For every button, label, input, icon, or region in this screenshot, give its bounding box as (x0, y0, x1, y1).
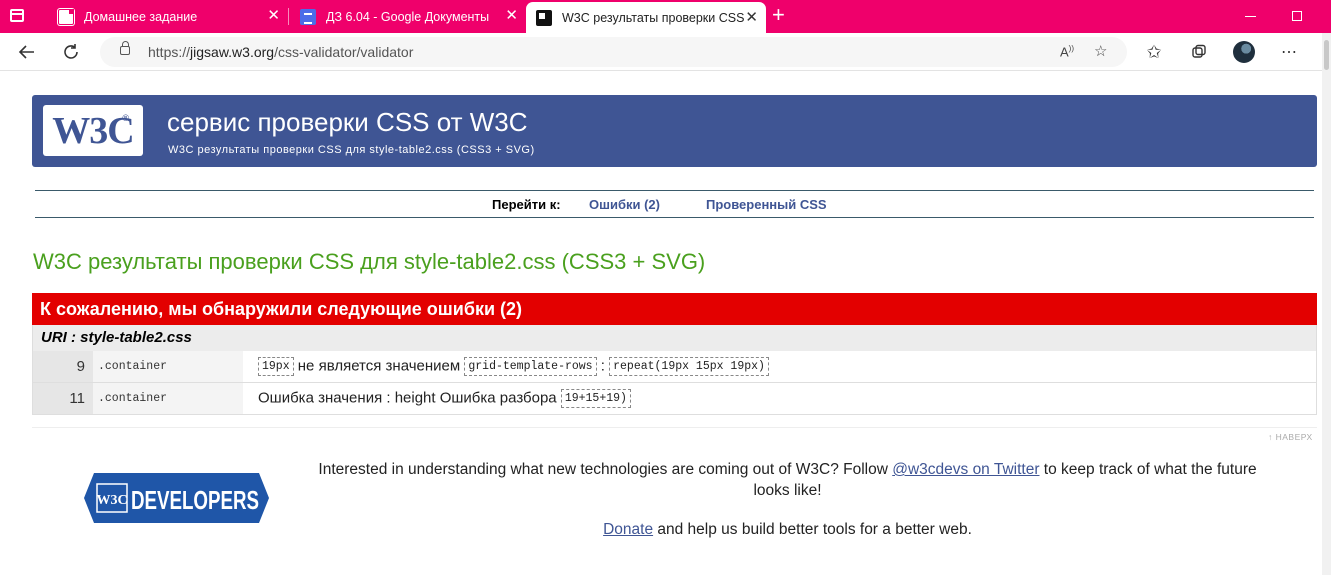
tab-title: W3C результаты проверки CSS (562, 11, 745, 25)
page-title: сервис проверки CSS от W3C (167, 107, 528, 137)
svg-text:DEVELOPERS: DEVELOPERS (131, 485, 259, 515)
tab-separator (288, 8, 289, 25)
link-valid-css[interactable]: Проверенный CSS (706, 197, 827, 212)
close-icon[interactable]: ✕ (505, 8, 518, 23)
close-icon[interactable]: ✕ (745, 10, 758, 25)
divider (32, 427, 1317, 428)
divider (35, 190, 1314, 191)
error-context: .container (93, 383, 243, 414)
errors-header: К сожалению, мы обнаружили следующие оши… (32, 293, 1317, 325)
line-number: 11 (33, 383, 93, 414)
add-favorite-icon[interactable]: ☆ (1094, 42, 1107, 60)
page-subtitle: W3C результаты проверки CSS для style-ta… (168, 144, 535, 156)
collections-icon[interactable] (1186, 39, 1212, 65)
code-value: 19+15+19) (560, 389, 631, 408)
lock-icon[interactable] (120, 41, 130, 55)
code-property: grid-template-rows (464, 357, 597, 376)
scrollbar[interactable] (1322, 33, 1331, 575)
jump-label: Перейти к: (492, 197, 561, 212)
close-icon[interactable]: ✕ (267, 8, 280, 23)
google-docs-icon (300, 8, 316, 25)
restore-icon[interactable] (1292, 11, 1302, 21)
favorites-icon[interactable]: ✩ (1141, 39, 1167, 65)
error-message: 19px не является значением grid-template… (258, 357, 769, 376)
scrollbar-thumb[interactable] (1324, 40, 1329, 70)
tab-title: Домашнее задание (84, 9, 198, 24)
uri-row: URI : style-table2.css (32, 325, 1317, 351)
error-row: 9 .container 19px не является значением … (32, 351, 1317, 383)
header-banner: W3C ® сервис проверки CSS от W3C W3C резу… (32, 95, 1317, 167)
donate-link[interactable]: Donate (603, 521, 653, 538)
back-to-top-link[interactable]: ↑ НАВЕРХ (1268, 432, 1313, 442)
error-row: 11 .container Ошибка значения : height О… (32, 383, 1317, 415)
error-context: .container (93, 351, 243, 382)
reload-icon[interactable] (58, 39, 84, 65)
minimize-icon[interactable] (1245, 16, 1256, 17)
read-aloud-icon[interactable]: A)) (1060, 44, 1074, 59)
error-message: Ошибка значения : height Ошибка разбора … (258, 389, 631, 408)
code-value: repeat(19px 15px 19px) (609, 357, 769, 376)
tab-actions-icon[interactable] (10, 9, 24, 22)
more-menu-icon[interactable]: ⋯ (1276, 39, 1302, 65)
svg-text:W3C: W3C (96, 493, 127, 508)
tab-google-doc[interactable]: ДЗ 6.04 - Google Документы ✕ (290, 3, 526, 30)
w3c-developers-logo[interactable]: W3C DEVELOPERS (84, 473, 269, 523)
profile-avatar[interactable] (1233, 41, 1255, 63)
tab-bar: Домашнее задание ✕ ДЗ 6.04 - Google Доку… (0, 0, 1331, 34)
new-tab-icon[interactable]: + (772, 4, 785, 26)
link-errors[interactable]: Ошибки (2) (589, 197, 660, 212)
w3c-icon (536, 10, 552, 26)
document-icon (58, 8, 74, 25)
tab-w3c-results[interactable]: W3C результаты проверки CSS ✕ (526, 2, 766, 34)
footer-text: Interested in understanding what new tec… (318, 461, 1257, 499)
url-text[interactable]: https://jigsaw.w3.org/css-validator/vali… (148, 44, 413, 60)
back-icon[interactable] (14, 39, 40, 65)
results-heading: W3C результаты проверки CSS для style-ta… (33, 249, 706, 274)
divider (35, 217, 1314, 218)
browser-toolbar: https://jigsaw.w3.org/css-validator/vali… (0, 33, 1331, 71)
tab-title: ДЗ 6.04 - Google Документы (326, 9, 490, 24)
footer-donate: Donate and help us build better tools fo… (603, 521, 972, 538)
w3c-logo[interactable]: W3C ® (43, 105, 143, 156)
code-value: 19px (258, 357, 294, 376)
address-bar[interactable]: https://jigsaw.w3.org/css-validator/vali… (100, 37, 1127, 67)
tab-homework[interactable]: Домашнее задание ✕ (48, 3, 288, 30)
line-number: 9 (33, 351, 93, 382)
twitter-link[interactable]: @w3cdevs on Twitter (892, 461, 1039, 478)
